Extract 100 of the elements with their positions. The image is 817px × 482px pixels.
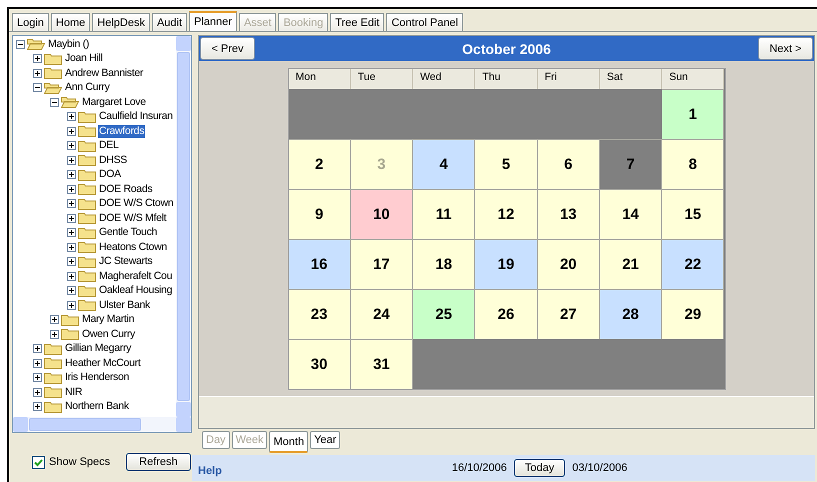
tree-item[interactable]: Gillian Megarry [64,342,132,356]
day-cell[interactable]: 5 [475,139,538,189]
expand-icon[interactable] [33,388,42,397]
tree-item[interactable]: NIR [64,386,84,399]
next-button[interactable]: Next > [758,37,813,60]
tab[interactable]: Tree Edit [330,13,384,31]
tree-item[interactable]: Caulfield Insuran [98,110,174,124]
day-cell[interactable]: 25 [413,289,476,339]
tab[interactable]: Home [50,13,90,31]
day-cell[interactable]: 15 [662,189,724,239]
tree-item[interactable]: JC Stewarts [98,255,154,268]
day-cell[interactable]: 21 [600,239,662,289]
expand-icon[interactable] [50,330,59,339]
day-cell[interactable]: 22 [662,239,724,289]
day-cell[interactable]: 6 [538,139,600,189]
vertical-scrollbar[interactable] [176,36,191,417]
expand-icon[interactable] [67,156,76,165]
tree-item[interactable]: Iris Henderson [64,371,130,384]
tree-item[interactable]: Northern Bank [64,400,130,414]
help-link[interactable]: Help [198,465,222,477]
day-cell[interactable]: 10 [350,189,414,239]
tree-item[interactable]: Crawfords [98,124,146,138]
collapse-icon[interactable] [33,83,42,92]
expand-icon[interactable] [33,54,42,64]
tree-item[interactable]: Magherafelt Cou [98,270,174,283]
tree-item[interactable]: Heather McCourt [64,356,142,370]
expand-icon[interactable] [67,214,76,223]
tab[interactable]: Login [12,13,49,31]
day-cell[interactable]: 7 [600,139,662,189]
day-cell[interactable]: 26 [475,289,538,339]
day-cell[interactable]: 17 [350,239,414,289]
tab[interactable]: Audit [152,13,188,31]
expand-icon[interactable] [67,184,76,194]
tree-item[interactable]: DOA [98,168,122,182]
collapse-icon[interactable] [16,40,25,49]
expand-icon[interactable] [33,68,42,78]
expand-icon[interactable] [67,126,76,136]
expand-icon[interactable] [33,373,42,382]
tab[interactable]: HelpDesk [92,13,150,31]
expand-icon[interactable] [67,228,76,238]
day-cell[interactable]: 27 [538,289,600,339]
folder-icon [44,372,62,384]
day-cell[interactable]: 19 [475,239,538,289]
tree-item[interactable]: DOE W/S Mfelt [98,212,168,225]
tree-item[interactable]: DOE W/S Ctown [98,197,174,210]
day-cell[interactable]: 9 [288,189,351,239]
day-cell[interactable]: 13 [538,189,600,239]
tree-item[interactable]: Joan Hill [64,52,104,66]
day-cell[interactable]: 28 [600,289,662,339]
tree-item[interactable]: Owen Curry [81,328,136,341]
day-cell[interactable]: 18 [413,239,476,289]
day-cell[interactable]: 2 [288,139,351,189]
expand-icon[interactable] [67,272,76,281]
tree-item[interactable]: Maybin () [47,38,90,51]
expand-icon[interactable] [67,199,76,208]
expand-icon[interactable] [33,402,42,412]
day-cell[interactable]: 24 [350,289,414,339]
tab[interactable]: Control Panel [386,13,464,31]
day-cell[interactable]: 16 [288,239,351,289]
day-cell[interactable]: 4 [413,139,476,189]
tree-item[interactable]: DOE Roads [98,182,154,196]
expand-icon[interactable] [67,300,76,310]
tree-item[interactable]: Ulster Bank [98,298,151,312]
collapse-icon[interactable] [50,98,59,107]
day-cell[interactable]: 8 [662,139,724,189]
refresh-button[interactable]: Refresh [126,453,191,471]
day-cell[interactable]: 20 [538,239,600,289]
expand-icon[interactable] [67,112,76,122]
tree-item[interactable]: Margaret Love [81,96,147,109]
today-button[interactable]: Today [514,459,566,477]
expand-icon[interactable] [33,344,42,354]
expand-icon[interactable] [67,242,76,252]
tab[interactable]: Planner [189,11,237,31]
expand-icon[interactable] [67,257,76,266]
tree-item[interactable]: Gentle Touch [98,226,158,240]
tree-item[interactable]: Mary Martin [81,313,136,326]
day-cell[interactable]: 1 [662,89,724,139]
day-cell[interactable]: 14 [600,189,662,239]
show-specs-checkbox[interactable]: Show Specs [32,456,110,468]
view-tab[interactable]: Month [269,431,308,453]
tree-item[interactable]: Ann Curry [64,81,111,94]
prev-button[interactable]: < Prev [200,37,255,60]
tree-item[interactable]: Andrew Bannister [64,66,144,80]
tree-item[interactable]: Heatons Ctown [98,240,168,254]
view-tab[interactable]: Year [310,431,340,449]
day-cell[interactable]: 31 [350,339,414,389]
day-cell[interactable]: 11 [413,189,476,239]
day-cell[interactable]: 12 [475,189,538,239]
expand-icon[interactable] [67,286,76,296]
day-cell[interactable]: 30 [288,339,351,389]
expand-icon[interactable] [67,170,76,180]
day-cell[interactable]: 29 [662,289,724,339]
day-cell[interactable]: 23 [288,289,351,339]
horizontal-scrollbar[interactable] [13,417,191,432]
expand-icon[interactable] [67,141,76,150]
expand-icon[interactable] [33,358,42,368]
expand-icon[interactable] [50,315,59,324]
tree-item[interactable]: Oakleaf Housing [98,284,174,298]
tree-item[interactable]: DEL [98,139,120,152]
tree-item[interactable]: DHSS [98,154,128,167]
